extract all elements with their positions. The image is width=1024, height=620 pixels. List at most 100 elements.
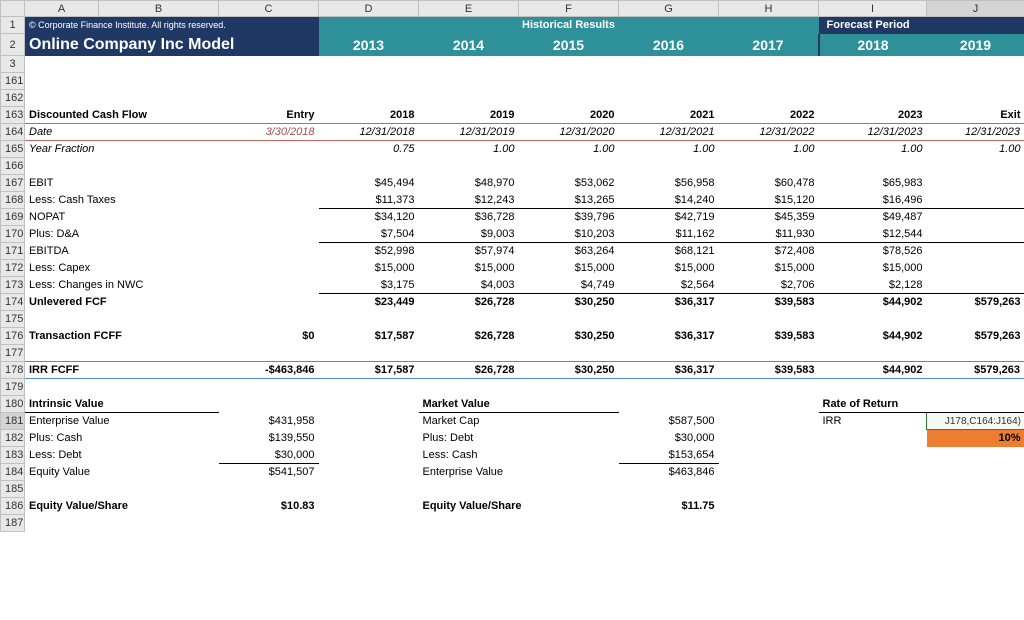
cell[interactable]: $3,175 xyxy=(319,277,419,294)
yf-cell[interactable]: 0.75 xyxy=(319,141,419,158)
row-2[interactable]: 2 Online Company Inc Model 2013 2014 201… xyxy=(1,34,1024,56)
cell[interactable]: $11,162 xyxy=(619,226,719,243)
row-header[interactable]: 173 xyxy=(1,277,25,294)
col-D[interactable]: D xyxy=(319,1,419,17)
col-F[interactable]: F xyxy=(519,1,619,17)
col-G[interactable]: G xyxy=(619,1,719,17)
yf-cell[interactable]: 1.00 xyxy=(927,141,1024,158)
cell[interactable]: $34,120 xyxy=(319,209,419,226)
mv-value[interactable]: $153,654 xyxy=(619,447,719,464)
cell[interactable]: $45,494 xyxy=(319,175,419,192)
cell[interactable]: $23,449 xyxy=(319,294,419,311)
cell[interactable]: $39,583 xyxy=(719,328,819,345)
row-header[interactable]: 161 xyxy=(1,73,25,90)
row-header[interactable]: 175 xyxy=(1,311,25,328)
row-header[interactable]: 174 xyxy=(1,294,25,311)
formula-cell[interactable]: J178,C164:J164) xyxy=(927,413,1024,430)
cell[interactable]: $45,359 xyxy=(719,209,819,226)
row-header[interactable]: 168 xyxy=(1,192,25,209)
dcf-row[interactable]: 173Less: Changes in NWC$3,175$4,003$4,74… xyxy=(1,277,1024,294)
cell[interactable]: $78,526 xyxy=(819,243,927,260)
row-header[interactable]: 180 xyxy=(1,396,25,413)
cell[interactable]: $57,974 xyxy=(419,243,519,260)
row-header[interactable]: 167 xyxy=(1,175,25,192)
cell[interactable]: $26,728 xyxy=(419,294,519,311)
row-header[interactable]: 187 xyxy=(1,515,25,532)
row-header[interactable]: 177 xyxy=(1,345,25,362)
cell[interactable] xyxy=(927,260,1024,277)
cell[interactable]: $39,796 xyxy=(519,209,619,226)
row-header[interactable]: 166 xyxy=(1,158,25,175)
cell[interactable]: $16,496 xyxy=(819,192,927,209)
cell[interactable]: $14,240 xyxy=(619,192,719,209)
cell[interactable]: $36,317 xyxy=(619,328,719,345)
mv-value[interactable]: $463,846 xyxy=(619,464,719,481)
yf-cell[interactable]: 1.00 xyxy=(719,141,819,158)
cell[interactable]: $15,000 xyxy=(319,260,419,277)
cell[interactable]: $42,719 xyxy=(619,209,719,226)
row-181[interactable]: 181 Enterprise Value $431,958 Market Cap… xyxy=(1,413,1024,430)
cell[interactable]: $44,902 xyxy=(819,294,927,311)
cell[interactable]: $17,587 xyxy=(319,362,419,379)
cell[interactable]: $579,263 xyxy=(927,362,1024,379)
row-header[interactable]: 163 xyxy=(1,107,25,124)
row-header[interactable]: 179 xyxy=(1,379,25,396)
cell[interactable]: $17,587 xyxy=(319,328,419,345)
row-header[interactable]: 172 xyxy=(1,260,25,277)
cell[interactable]: $30,250 xyxy=(519,362,619,379)
row-header[interactable]: 164 xyxy=(1,124,25,141)
date-cell[interactable]: 12/31/2018 xyxy=(319,124,419,141)
cell[interactable]: $60,478 xyxy=(719,175,819,192)
cell[interactable]: $36,317 xyxy=(619,362,719,379)
date-cell[interactable]: 12/31/2023 xyxy=(819,124,927,141)
column-headers[interactable]: A B C D E F G H I J xyxy=(1,1,1024,17)
cell[interactable]: $30,250 xyxy=(519,294,619,311)
cell[interactable]: -$463,846 xyxy=(219,362,319,379)
cell[interactable]: $13,265 xyxy=(519,192,619,209)
cell[interactable] xyxy=(927,175,1024,192)
dcf-row[interactable]: 167EBIT$45,494$48,970$53,062$56,958$60,4… xyxy=(1,175,1024,192)
row-header[interactable]: 2 xyxy=(1,34,25,56)
cell[interactable]: $10,203 xyxy=(519,226,619,243)
yf-cell[interactable]: 1.00 xyxy=(619,141,719,158)
cell[interactable]: $53,062 xyxy=(519,175,619,192)
row-header[interactable]: 162 xyxy=(1,90,25,107)
cell[interactable]: $39,583 xyxy=(719,294,819,311)
cell[interactable]: $2,128 xyxy=(819,277,927,294)
cell[interactable]: $26,728 xyxy=(419,362,519,379)
row-header[interactable]: 176 xyxy=(1,328,25,345)
dcf-row[interactable]: 169NOPAT$34,120$36,728$39,796$42,719$45,… xyxy=(1,209,1024,226)
dcf-row[interactable]: 171EBITDA$52,998$57,974$63,264$68,121$72… xyxy=(1,243,1024,260)
iv-value[interactable]: $139,550 xyxy=(219,430,319,447)
cell[interactable]: $2,706 xyxy=(719,277,819,294)
cell[interactable]: $579,263 xyxy=(927,328,1024,345)
cell[interactable]: $56,958 xyxy=(619,175,719,192)
yf-cell[interactable]: 1.00 xyxy=(519,141,619,158)
col-B[interactable]: B xyxy=(99,1,219,17)
row-178-irr-fcff[interactable]: 178 IRR FCFF -$463,846 $17,587 $26,728 $… xyxy=(1,362,1024,379)
cell[interactable]: $44,902 xyxy=(819,362,927,379)
col-C[interactable]: C xyxy=(219,1,319,17)
cell[interactable]: $39,583 xyxy=(719,362,819,379)
cell[interactable]: $15,000 xyxy=(819,260,927,277)
cell[interactable]: $15,000 xyxy=(519,260,619,277)
mv-value[interactable]: $30,000 xyxy=(619,430,719,447)
date-cell[interactable]: 12/31/2019 xyxy=(419,124,519,141)
cell[interactable] xyxy=(927,209,1024,226)
cell[interactable]: $15,000 xyxy=(619,260,719,277)
row-header[interactable]: 165 xyxy=(1,141,25,158)
row-header[interactable]: 1 xyxy=(1,17,25,34)
cell[interactable]: $4,749 xyxy=(519,277,619,294)
date-cell[interactable]: 12/31/2020 xyxy=(519,124,619,141)
cell[interactable]: $0 xyxy=(219,328,319,345)
row-184[interactable]: 184 Equity Value $541,507 Enterprise Val… xyxy=(1,464,1024,481)
dcf-row[interactable]: 172Less: Capex$15,000$15,000$15,000$15,0… xyxy=(1,260,1024,277)
cell[interactable]: $44,902 xyxy=(819,328,927,345)
cell[interactable]: $63,264 xyxy=(519,243,619,260)
date-cell[interactable]: 12/31/2021 xyxy=(619,124,719,141)
row-header[interactable]: 170 xyxy=(1,226,25,243)
iv-value[interactable]: $541,507 xyxy=(219,464,319,481)
yf-cell[interactable]: 1.00 xyxy=(819,141,927,158)
row-header[interactable]: 184 xyxy=(1,464,25,481)
cell[interactable]: $65,983 xyxy=(819,175,927,192)
